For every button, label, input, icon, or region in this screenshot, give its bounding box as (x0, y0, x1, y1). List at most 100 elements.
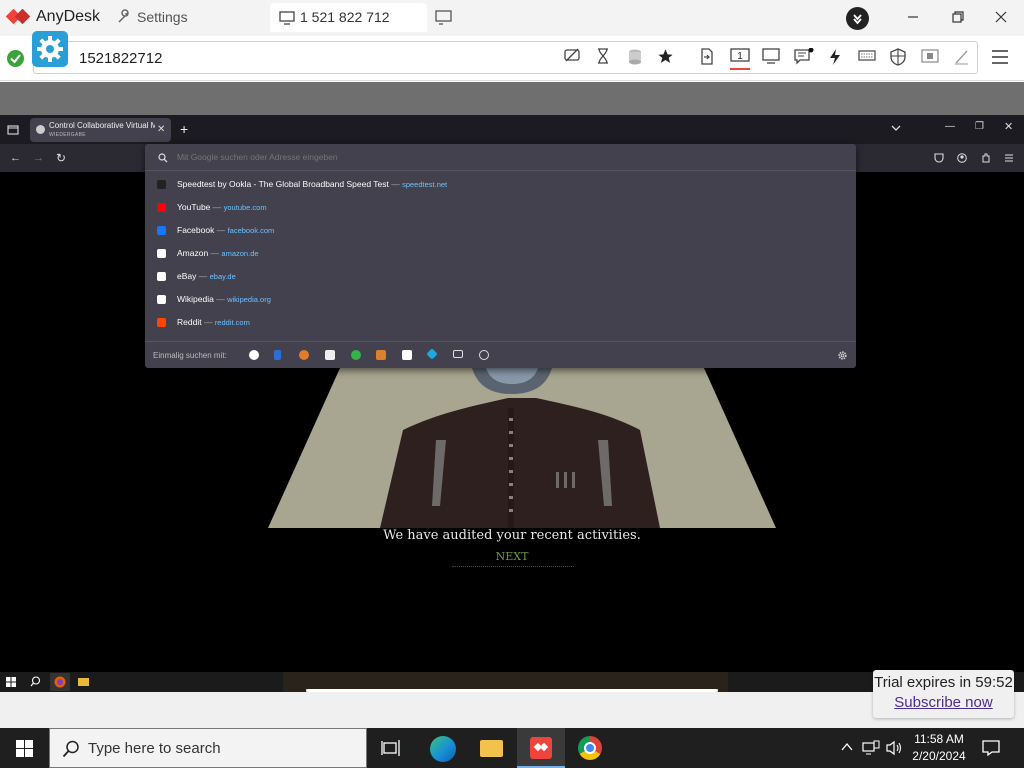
anydesk-taskbar-icon (530, 737, 552, 759)
url-suggestion-row[interactable]: Amazon — amazon.de (145, 242, 856, 265)
notification-center-icon[interactable] (982, 739, 1000, 757)
suggestion-favicon-icon (157, 295, 166, 304)
keyboard-icon[interactable] (858, 48, 878, 68)
privacy-mode-icon[interactable] (563, 48, 583, 68)
search-icon (62, 740, 80, 758)
suggestion-title: YouTube (177, 202, 211, 212)
account-icon[interactable] (957, 153, 967, 163)
screenshot-icon[interactable] (921, 48, 941, 68)
remote-windows-start-icon[interactable] (6, 677, 16, 687)
subscribe-link[interactable]: Subscribe now (873, 694, 1014, 711)
network-icon[interactable] (862, 740, 880, 756)
url-suggestion-row[interactable]: Reddit — reddit.com (145, 311, 856, 334)
url-suggestion-row[interactable]: YouTube — youtube.com (145, 196, 856, 219)
suggestion-text: eBay — ebay.de (177, 271, 236, 281)
remote-background-margin (0, 82, 1024, 115)
wikipedia-engine-icon[interactable] (402, 350, 412, 360)
restore-button[interactable] (951, 10, 965, 24)
url-dropdown-panel: Einmalig suchen mit: Speedtest by Ookla … (145, 144, 856, 368)
tab-settings[interactable]: Settings (108, 3, 264, 31)
suggestion-separator: — (210, 202, 224, 212)
suggestion-text: Amazon — amazon.de (177, 248, 259, 258)
url-suggestion-row[interactable]: Wikipedia — wikipedia.org (145, 288, 856, 311)
one-off-label: Einmalig suchen mit: (153, 351, 227, 360)
clock-date[interactable]: 2/20/2024 (911, 749, 967, 763)
tabs-engine-icon[interactable] (453, 350, 463, 358)
suggestion-title: Wikipedia (177, 294, 214, 304)
one-off-search-row: Einmalig suchen mit: (145, 341, 856, 368)
reload-icon[interactable]: ↻ (56, 151, 66, 165)
database-icon[interactable] (627, 48, 647, 68)
file-explorer-icon[interactable] (480, 740, 503, 757)
list-all-tabs-icon[interactable] (891, 124, 901, 132)
chat-icon[interactable] (794, 48, 814, 68)
anydesk-titlebar: AnyDesk Settings 1 521 822 712 (0, 0, 1024, 36)
search-settings-gear-icon[interactable] (837, 350, 848, 361)
anydesk-taskbar-button[interactable] (517, 728, 565, 768)
firefox-close-icon[interactable]: ✕ (1004, 120, 1013, 133)
hamburger-menu-icon[interactable] (991, 49, 1009, 65)
clock-time[interactable]: 11:58 AM (911, 732, 967, 746)
firefox-menu-icon[interactable] (1004, 153, 1014, 163)
minimize-button[interactable] (906, 10, 920, 24)
new-session-button[interactable] (435, 10, 453, 26)
display-icon[interactable] (762, 48, 782, 68)
firefox-view-icon[interactable] (7, 124, 19, 135)
remote-firefox-taskbar-icon[interactable] (50, 673, 70, 691)
ecosia-engine-icon[interactable] (351, 350, 361, 360)
star-icon[interactable] (657, 48, 677, 68)
tab-playing-label: WIEDERGABE (49, 132, 86, 138)
task-view-icon[interactable] (381, 739, 401, 757)
tab-close-icon[interactable]: ✕ (157, 124, 165, 135)
bing-engine-icon[interactable] (274, 350, 281, 360)
pen-icon[interactable] (953, 48, 973, 68)
gear-icon[interactable] (32, 31, 68, 67)
firefox-tabbar: Control Collaborative Virtual M WIEDERGA… (0, 115, 1024, 144)
url-input[interactable] (177, 149, 677, 165)
url-suggestion-row[interactable]: Facebook — facebook.com (145, 219, 856, 242)
forward-arrow-icon[interactable]: → (33, 152, 44, 164)
new-tab-icon[interactable]: + (180, 121, 188, 137)
extensions-icon[interactable] (981, 153, 991, 163)
download-icon[interactable] (846, 7, 869, 30)
hourglass-icon[interactable] (596, 48, 616, 68)
google-engine-icon[interactable] (249, 350, 259, 360)
firefox-restore-icon[interactable]: ❐ (975, 121, 984, 132)
taskbar-search-box[interactable]: Type here to search (49, 728, 367, 768)
suggestion-text: Wikipedia — wikipedia.org (177, 294, 271, 304)
tray-overflow-chevron-icon[interactable] (840, 740, 854, 754)
suggestion-favicon-icon (157, 318, 166, 327)
pocket-icon[interactable] (934, 153, 944, 163)
suggestion-favicon-icon (157, 203, 166, 212)
lightning-icon[interactable] (828, 48, 848, 68)
tab-remote-session[interactable]: 1 521 822 712 (270, 3, 427, 32)
windows-taskbar: Type here to search 11:58 AM 2/20/2024 (0, 728, 1024, 768)
chrome-browser-icon[interactable] (578, 736, 602, 760)
url-suggestion-row[interactable]: Speedtest by Ookla - The Global Broadban… (145, 173, 856, 196)
ebay-engine-icon[interactable] (325, 350, 335, 360)
remote-search-icon[interactable] (30, 676, 41, 687)
suggestion-favicon-icon (157, 249, 166, 258)
suggestion-title: Facebook (177, 225, 215, 235)
remote-desktop-view[interactable]: Control Collaborative Virtual M WIEDERGA… (0, 115, 1024, 692)
bookmarks-engine-icon[interactable] (426, 348, 438, 360)
leo-engine-icon[interactable] (376, 350, 386, 360)
browser-tab[interactable]: Control Collaborative Virtual M WIEDERGA… (30, 118, 171, 142)
duckduckgo-engine-icon[interactable] (299, 350, 309, 360)
volume-icon[interactable] (886, 740, 904, 756)
windows-start-icon[interactable] (16, 740, 33, 757)
edge-browser-icon[interactable] (430, 736, 456, 762)
history-engine-icon[interactable] (479, 350, 489, 360)
display-one-icon[interactable]: 1 (730, 48, 750, 70)
url-suggestion-row[interactable]: eBay — ebay.de (145, 265, 856, 288)
monitor-icon (279, 11, 295, 25)
close-button[interactable] (994, 10, 1008, 24)
file-transfer-icon[interactable] (699, 48, 719, 68)
remote-file-explorer-icon[interactable] (78, 678, 89, 686)
back-arrow-icon[interactable]: ← (10, 152, 21, 164)
shield-icon[interactable] (890, 48, 910, 68)
trial-expiry-text: Trial expires in 59:52 (874, 674, 1013, 691)
game-next-button[interactable]: NEXT (0, 550, 1024, 563)
suggestion-separator: — (213, 294, 228, 304)
firefox-minimize-icon[interactable]: — (945, 121, 955, 132)
